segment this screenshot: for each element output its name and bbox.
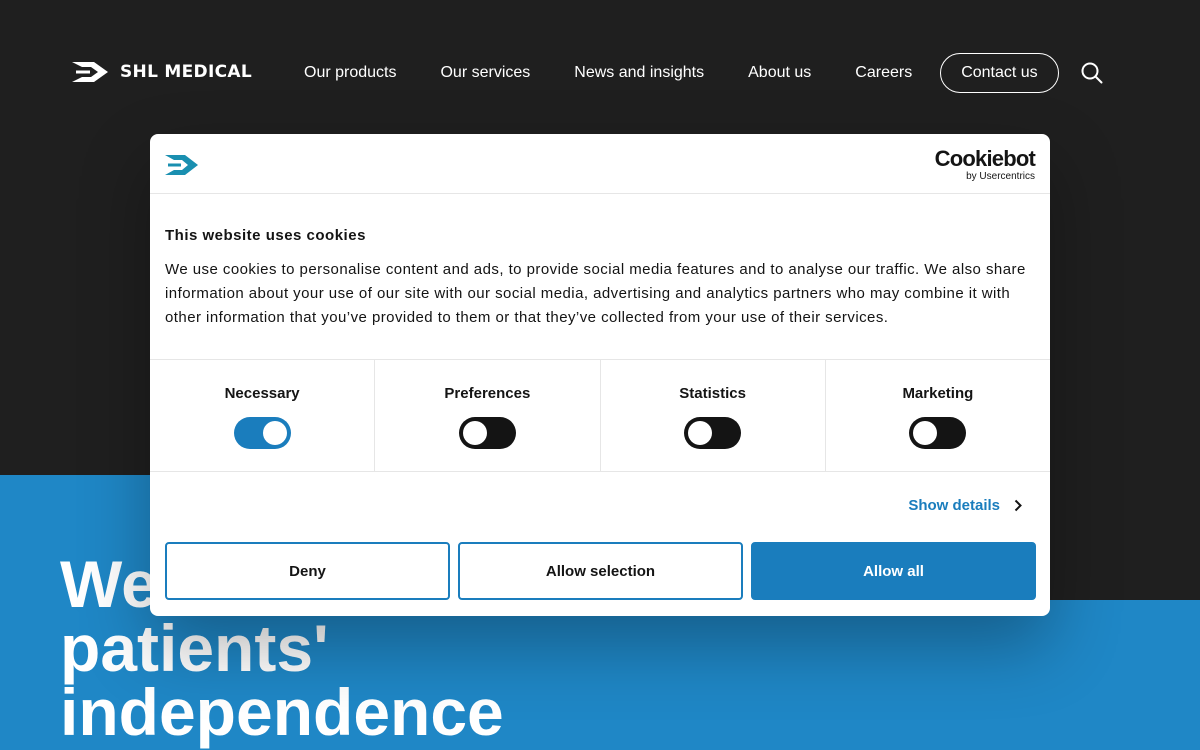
category-label: Marketing — [902, 385, 974, 402]
nav-careers[interactable]: Careers — [833, 53, 934, 93]
category-label: Preferences — [444, 385, 531, 402]
logo-text: SHL MEDICAL — [120, 62, 252, 82]
dialog-title: This website uses cookies — [165, 227, 366, 244]
toggle-knob — [262, 421, 287, 445]
deny-button[interactable]: Deny — [165, 542, 450, 600]
category-label: Necessary — [224, 385, 300, 402]
dialog-body: This website uses cookies We use cookies… — [150, 194, 1050, 359]
search-icon[interactable] — [1081, 62, 1103, 84]
toggle-knob — [462, 421, 487, 445]
statistics-toggle[interactable] — [684, 417, 742, 449]
toggle-knob — [913, 421, 938, 445]
cookiebot-logo[interactable]: Cookiebot by Usercentrics — [934, 146, 1036, 183]
shl-logo-icon — [165, 155, 198, 175]
preferences-toggle[interactable] — [458, 417, 516, 449]
cookie-consent-dialog: Cookiebot by Usercentrics This website u… — [150, 134, 1050, 616]
details-row: Show details — [150, 472, 1050, 542]
dialog-description: We use cookies to personalise content an… — [165, 261, 1026, 326]
hero-title-line-2: patients' — [60, 611, 329, 685]
marketing-toggle[interactable] — [909, 417, 967, 449]
show-details-link[interactable]: Show details — [908, 497, 1022, 514]
shl-logo-icon — [72, 62, 108, 82]
category-statistics: Statistics — [601, 360, 826, 471]
category-necessary: Necessary — [150, 360, 376, 471]
show-details-label: Show details — [908, 497, 1000, 514]
dialog-header: Cookiebot by Usercentrics — [150, 134, 1050, 194]
chevron-right-icon — [1014, 499, 1022, 512]
dialog-actions: Deny Allow selection Allow all — [165, 542, 1036, 600]
cookiebot-byline: by Usercentrics — [966, 171, 1035, 182]
toggle-knob — [688, 421, 713, 445]
site-logo[interactable]: SHL MEDICAL — [72, 60, 252, 84]
nav-our-services[interactable]: Our services — [418, 53, 552, 93]
main-nav: Our products Our services News and insig… — [282, 53, 1103, 93]
allow-all-button[interactable]: Allow all — [751, 542, 1036, 600]
category-preferences: Preferences — [375, 360, 601, 471]
site-header: SHL MEDICAL Our products Our services Ne… — [0, 0, 1200, 140]
nav-news-and-insights[interactable]: News and insights — [552, 53, 726, 93]
hero-title-line-3: independence — [60, 675, 504, 749]
allow-selection-button[interactable]: Allow selection — [458, 542, 743, 600]
category-marketing: Marketing — [826, 360, 1050, 471]
nav-our-products[interactable]: Our products — [282, 53, 418, 93]
necessary-toggle[interactable] — [233, 417, 291, 449]
nav-about-us[interactable]: About us — [726, 53, 833, 93]
contact-us-button[interactable]: Contact us — [940, 53, 1059, 93]
cookiebot-brand: Cookiebot — [934, 146, 1036, 171]
category-label: Statistics — [679, 385, 746, 402]
cookie-category-toggles: Necessary Preferences Statistics Marketi… — [150, 359, 1050, 472]
